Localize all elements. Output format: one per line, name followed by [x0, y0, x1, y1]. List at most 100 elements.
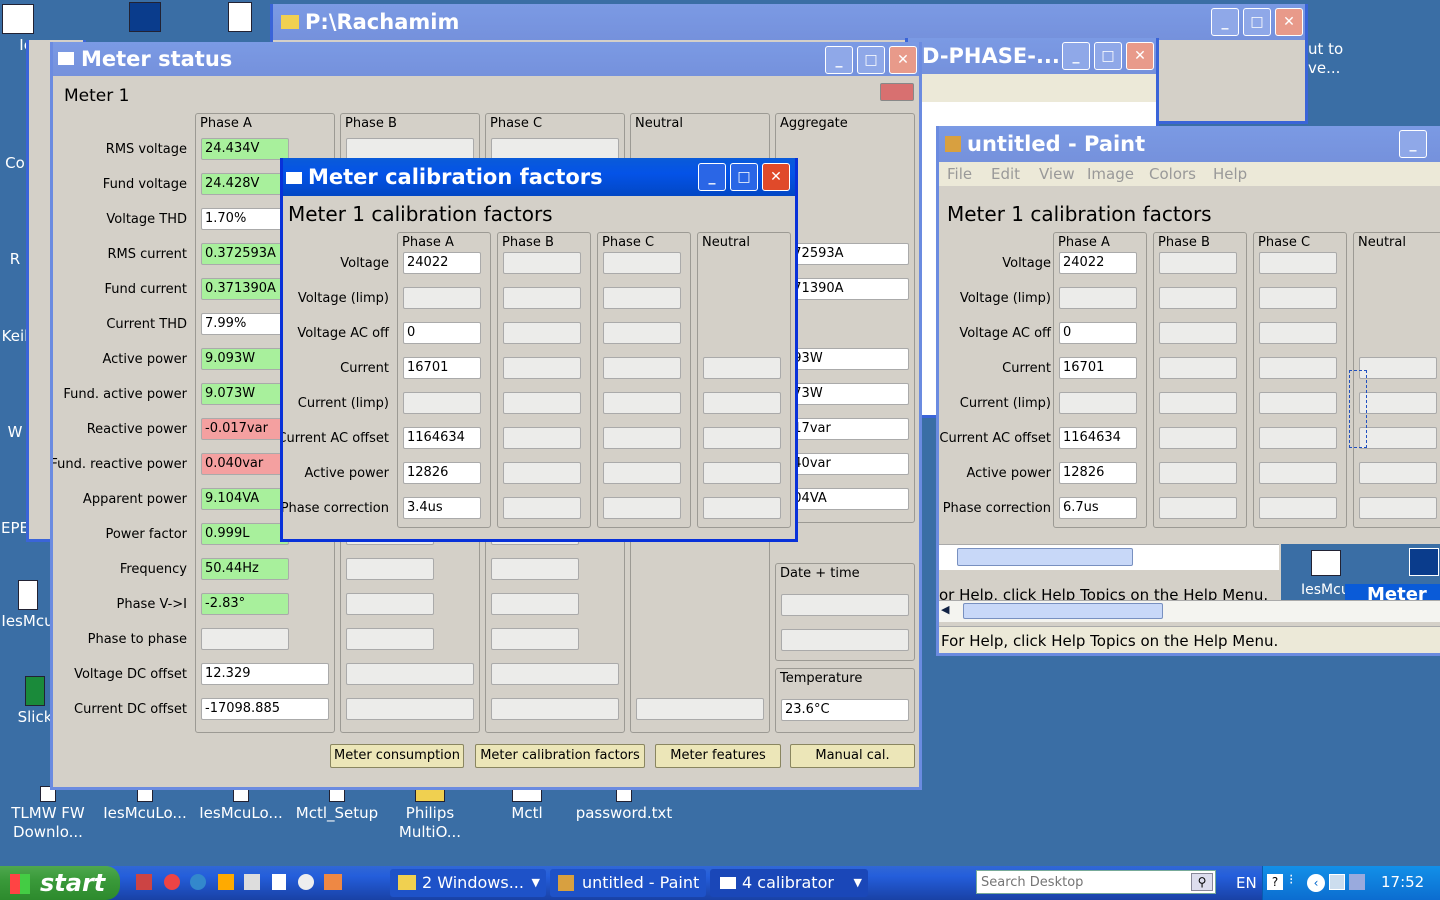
desktop-icon-philips[interactable]: Philips MultiO... — [390, 786, 470, 842]
phase-a-factor[interactable]: 0 — [1059, 322, 1137, 344]
close-button[interactable]: ✕ — [762, 163, 790, 191]
scroll-left-arrow[interactable]: ◀ — [941, 603, 959, 619]
document-icon[interactable] — [272, 874, 286, 890]
taskbar-item-paint[interactable]: untitled - Paint — [550, 869, 706, 897]
quicklaunch-icon-5[interactable] — [244, 874, 260, 890]
phase-a-factor[interactable]: 12826 — [1059, 462, 1137, 484]
paint-menu-item[interactable]: Image — [1087, 165, 1134, 183]
phase-b-factor[interactable] — [1159, 252, 1237, 274]
phase-c-factor[interactable] — [1259, 392, 1337, 414]
phase-b-factor[interactable] — [1159, 322, 1237, 344]
calibration-titlebar[interactable]: Meter calibration factors _ □ ✕ — [283, 158, 795, 196]
desktop-icon-password[interactable]: password.txt — [574, 786, 674, 823]
inner-scrollbar[interactable] — [939, 544, 1279, 570]
manual-cal-button[interactable]: Manual cal. — [790, 744, 915, 768]
scroll-thumb[interactable] — [963, 603, 1163, 619]
desktop-icon-tlmw[interactable]: TLMW FW Downlo... — [8, 786, 88, 842]
paint-menu-item[interactable]: Edit — [991, 165, 1020, 183]
phase-b-factor[interactable] — [1159, 287, 1237, 309]
phase-a-factor[interactable]: 16701 — [1059, 357, 1137, 379]
quicklaunch-icon-1[interactable] — [136, 874, 152, 890]
neutral-factor[interactable] — [703, 427, 781, 449]
minimize-button[interactable]: _ — [1211, 8, 1239, 36]
paint-titlebar[interactable]: untitled - Paint _ — [939, 126, 1440, 162]
phase-a-factor[interactable] — [1059, 392, 1137, 414]
neutral-factor[interactable] — [703, 392, 781, 414]
phase-a-factor[interactable]: 3.4us — [403, 497, 481, 519]
phase-a-factor[interactable]: 1164634 — [1059, 427, 1137, 449]
phase-b-factor[interactable] — [503, 357, 581, 379]
phase-b-factor[interactable] — [1159, 427, 1237, 449]
neutral-factor[interactable] — [1359, 462, 1437, 484]
phase-c-factor[interactable] — [603, 427, 681, 449]
phase-b-factor[interactable] — [503, 427, 581, 449]
phase-c-factor[interactable] — [603, 322, 681, 344]
explorer-titlebar[interactable]: P:\Rachamim _ □ ✕ — [273, 4, 1305, 40]
phase-titlebar[interactable]: D-PHASE-... _ □ ✕ — [908, 38, 1156, 74]
phase-b-factor[interactable] — [503, 392, 581, 414]
phase-c-factor[interactable] — [1259, 462, 1337, 484]
maximize-button[interactable]: □ — [857, 46, 885, 74]
phase-c-factor[interactable] — [1259, 322, 1337, 344]
phase-c-factor[interactable] — [1259, 287, 1337, 309]
taskbar-item-calibrator[interactable]: 4 calibrator ▼ — [710, 869, 868, 897]
phase-c-factor[interactable] — [603, 462, 681, 484]
phase-b-factor[interactable] — [1159, 357, 1237, 379]
phase-c-factor[interactable] — [1259, 497, 1337, 519]
meter-calibration-factors-button[interactable]: Meter calibration factors — [475, 744, 645, 768]
minimize-button[interactable]: _ — [825, 46, 853, 74]
search-icon[interactable]: ⚲ — [1191, 873, 1213, 891]
close-button[interactable]: ✕ — [889, 46, 917, 74]
meter-features-button[interactable]: Meter features — [655, 744, 781, 768]
phase-b-factor[interactable] — [503, 287, 581, 309]
tray-arrow-icon[interactable]: ⁝ — [1289, 872, 1293, 888]
phase-a-factor[interactable]: 24022 — [1059, 252, 1137, 274]
tray-icon-2[interactable] — [1349, 874, 1365, 890]
neutral-factor[interactable] — [1359, 357, 1437, 379]
phase-b-factor[interactable] — [1159, 392, 1237, 414]
desktop-icon-mctl[interactable]: Mctl — [492, 786, 562, 823]
phase-b-factor[interactable] — [503, 252, 581, 274]
phase-b-factor[interactable] — [503, 462, 581, 484]
neutral-factor[interactable] — [1359, 497, 1437, 519]
neutral-factor[interactable] — [703, 357, 781, 379]
meter-consumption-button[interactable]: Meter consumption — [330, 744, 464, 768]
minimize-button[interactable]: _ — [1062, 42, 1090, 70]
maximize-button[interactable]: □ — [1094, 42, 1122, 70]
paint-menu-item[interactable]: Colors — [1149, 165, 1196, 183]
chrome-icon[interactable] — [164, 874, 180, 890]
phase-a-factor[interactable]: 12826 — [403, 462, 481, 484]
phase-c-factor[interactable] — [603, 392, 681, 414]
quicklaunch-icon-8[interactable] — [324, 874, 342, 890]
phase-c-factor[interactable] — [1259, 252, 1337, 274]
phase-c-factor[interactable] — [603, 252, 681, 274]
tray-chevron-icon[interactable]: ‹ — [1307, 874, 1325, 892]
neutral-factor[interactable] — [703, 497, 781, 519]
paint-window[interactable]: untitled - Paint _ File Edit View Image Colo… — [936, 126, 1440, 656]
phase-b-factor[interactable] — [503, 322, 581, 344]
phase-a-factor[interactable] — [403, 287, 481, 309]
start-button[interactable]: start — [0, 866, 120, 900]
phase-a-factor[interactable]: 24022 — [403, 252, 481, 274]
phase-a-factor[interactable]: 6.7us — [1059, 497, 1137, 519]
phase-b-factor[interactable] — [503, 497, 581, 519]
phase-a-factor[interactable] — [403, 392, 481, 414]
minimize-button[interactable]: _ — [1399, 130, 1427, 158]
maximize-button[interactable]: □ — [1243, 8, 1271, 36]
phase-c-factor[interactable] — [1259, 427, 1337, 449]
phase-c-factor[interactable] — [1259, 357, 1337, 379]
paint-menu-item[interactable]: File — [947, 165, 972, 183]
paint-hscrollbar[interactable]: ◀ — [939, 600, 1440, 622]
search-input[interactable] — [977, 871, 1183, 893]
phase-b-factor[interactable] — [1159, 497, 1237, 519]
phase-c-factor[interactable] — [603, 357, 681, 379]
phase-a-factor[interactable]: 16701 — [403, 357, 481, 379]
taskbar-item-windows[interactable]: 2 Windows... ▼ — [390, 869, 546, 897]
desktop-icon-mctl-setup[interactable]: Mctl_Setup — [292, 786, 382, 823]
paint-canvas[interactable]: Meter 1 calibration factors Phase A Phase… — [939, 188, 1440, 614]
close-button[interactable]: ✕ — [1126, 42, 1154, 70]
calibration-window[interactable]: Meter calibration factors _ □ ✕ Meter 1 … — [280, 158, 798, 542]
phase-c-factor[interactable] — [603, 287, 681, 309]
neutral-factor[interactable] — [703, 462, 781, 484]
paint-menu-item[interactable]: Help — [1213, 165, 1247, 183]
